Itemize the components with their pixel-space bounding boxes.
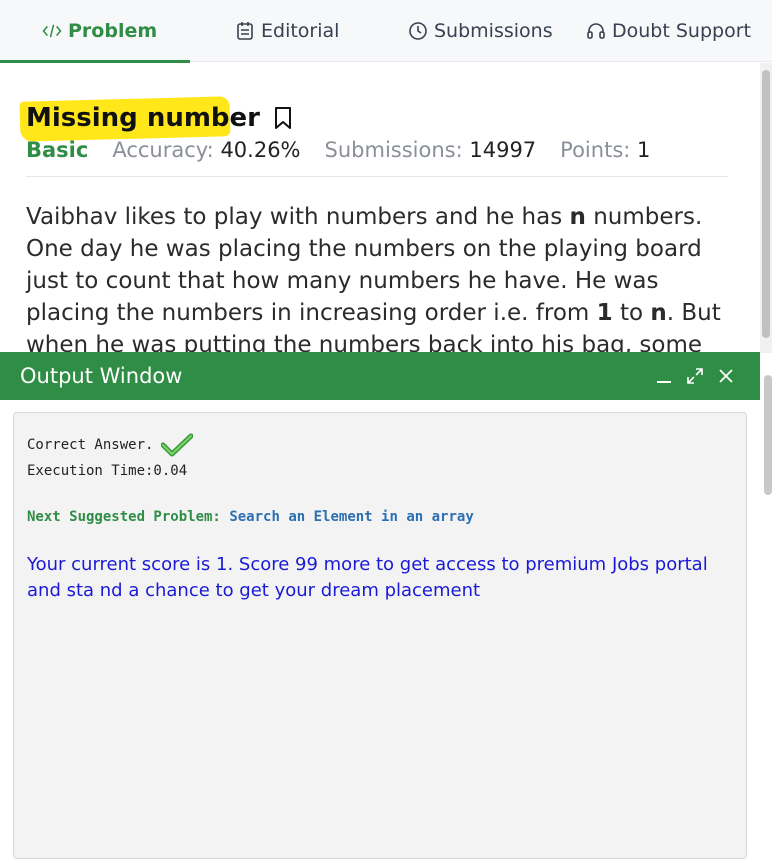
tab-problem[interactable]: Problem: [42, 0, 157, 62]
expand-icon[interactable]: [681, 352, 709, 400]
checkmark-icon: [161, 433, 194, 457]
problem-scrollbar-thumb[interactable]: [762, 70, 770, 338]
tab-doubt-support-label: Doubt Support: [612, 20, 751, 42]
submissions-label: Submissions:: [324, 138, 463, 162]
score-message: Your current score is 1. Score 99 more t…: [27, 554, 708, 601]
points-stat: Points: 1: [560, 138, 650, 162]
statement-bold: n: [569, 204, 586, 230]
problem-tabs: Problem Editorial Submissions Doubt Supp…: [0, 0, 772, 63]
next-suggested-link[interactable]: Search an Element in an array: [229, 509, 473, 525]
next-suggested-label: Next Suggested Problem:: [27, 509, 221, 525]
statement-bold: 1: [596, 300, 613, 326]
correct-answer-text: Correct Answer.: [27, 437, 154, 453]
submissions-value: 14997: [469, 138, 537, 162]
close-icon[interactable]: [712, 352, 740, 400]
accuracy-value: 40.26%: [220, 138, 301, 162]
tab-editorial[interactable]: Editorial: [235, 0, 339, 62]
minimize-icon[interactable]: [650, 352, 678, 400]
accuracy-stat: Accuracy: 40.26%: [112, 138, 300, 162]
statement-text: to: [612, 300, 651, 326]
accuracy-label: Accuracy:: [112, 138, 214, 162]
tab-submissions-label: Submissions: [434, 20, 553, 42]
tab-problem-label: Problem: [68, 20, 158, 42]
statement-bold: n: [650, 300, 667, 326]
headset-icon: [586, 21, 606, 41]
title-row: Missing number: [19, 96, 292, 142]
output-panel: Correct Answer. Execution Time:0.04 Next…: [13, 412, 747, 859]
tab-submissions[interactable]: Submissions: [408, 0, 553, 62]
bookmark-icon[interactable]: [274, 106, 292, 130]
notes-icon: [235, 21, 255, 41]
difficulty-badge: Basic: [26, 138, 89, 162]
next-suggested-problem: Next Suggested Problem: Search an Elemen…: [27, 509, 474, 525]
code-icon: [42, 21, 62, 41]
output-window-body: Correct Answer. Execution Time:0.04 Next…: [0, 400, 760, 865]
points-value: 1: [637, 138, 651, 162]
output-window-header: Output Window: [0, 352, 760, 400]
submissions-stat: Submissions: 14997: [325, 138, 537, 162]
problem-meta: Basic Accuracy: 40.26% Submissions: 1499…: [26, 138, 650, 162]
statement-text: Vaibhav likes to play with numbers and h…: [26, 204, 570, 230]
meta-divider: [26, 176, 728, 177]
page-scrollbar-thumb[interactable]: [764, 375, 772, 495]
execution-time: Execution Time:0.04: [27, 463, 188, 479]
points-label: Points:: [560, 138, 631, 162]
problem-title: Missing number: [19, 96, 260, 142]
clock-icon: [408, 21, 428, 41]
tab-editorial-label: Editorial: [261, 20, 340, 42]
correct-answer-row: Correct Answer.: [27, 433, 194, 457]
tab-doubt-support[interactable]: Doubt Support: [586, 0, 751, 62]
problem-panel: Missing number Basic Accuracy: 40.26% Su…: [0, 63, 760, 353]
problem-statement: Vaibhav likes to play with numbers and h…: [26, 201, 726, 353]
output-window-title: Output Window: [20, 364, 183, 388]
